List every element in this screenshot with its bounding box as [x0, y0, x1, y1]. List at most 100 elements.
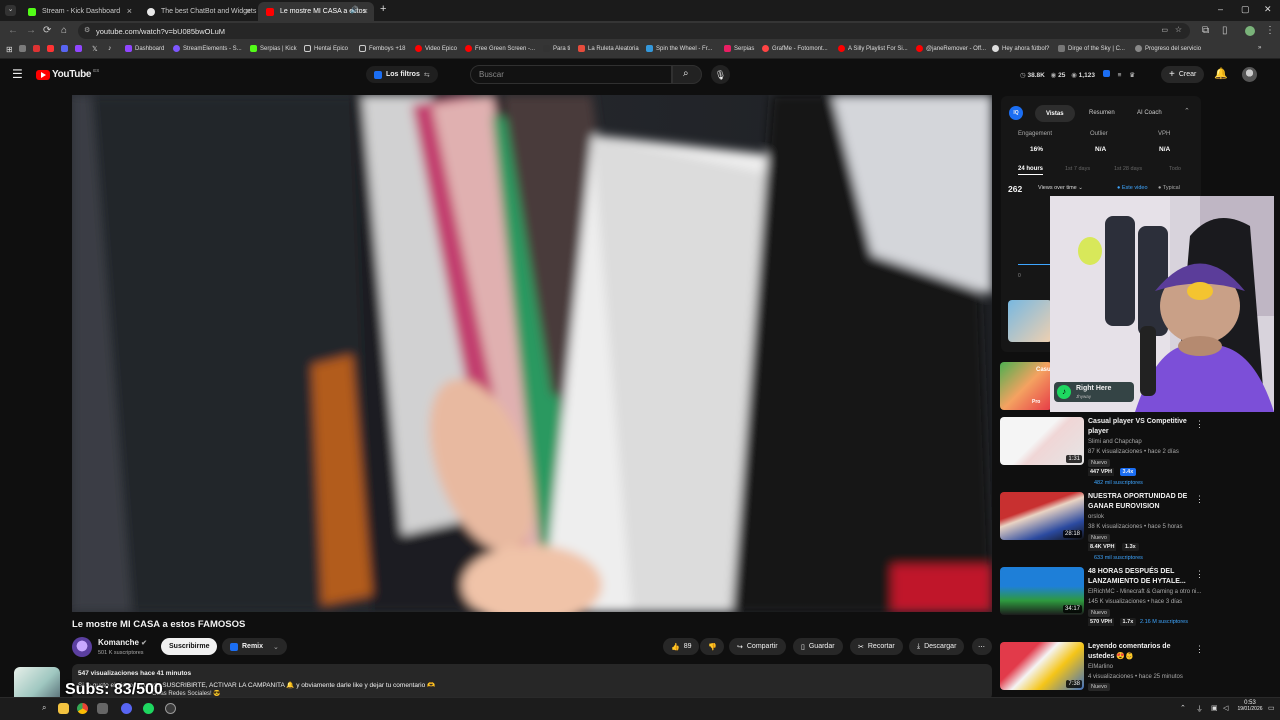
obs-icon[interactable] — [165, 703, 176, 714]
bookmark-dirge[interactable]: Dirge of the Sky | C... — [1058, 45, 1125, 52]
bookmark-icon[interactable] — [47, 45, 57, 52]
close-icon[interactable]: × — [363, 6, 368, 16]
subscribe-button[interactable]: Suscribirme — [161, 638, 218, 655]
dislike-button[interactable]: 👎 — [700, 638, 724, 655]
close-icon[interactable]: × — [246, 6, 251, 16]
bookmark-star-icon[interactable]: ☆ — [1175, 25, 1182, 34]
views-mode-dropdown[interactable]: Views over time ⌄ — [1038, 185, 1083, 191]
vidiq-header-stats[interactable]: ◷ 38.8K ◉ 25 ◉ 1,123 ≡ ♛ — [1020, 70, 1135, 79]
rec-thumbnail[interactable]: 34:17 — [1000, 567, 1084, 615]
voice-search-button[interactable]: 🎙 — [711, 65, 730, 84]
recommendation-item[interactable]: 34:17 48 HORAS DESPUÉS DEL LANZAMIENTO D… — [1000, 567, 1204, 637]
share-button[interactable]: ↪ Compartir — [729, 638, 786, 655]
bookmark-serpias[interactable]: Serpias — [724, 45, 754, 52]
range-28d[interactable]: 1st 28 days — [1114, 166, 1142, 172]
hamburger-menu-icon[interactable]: ☰ — [12, 67, 23, 81]
spotify-icon[interactable] — [143, 703, 154, 714]
address-bar[interactable]: ⚙ youtube.com/watch?v=bU085bwOLuM ▭ ☆ — [78, 23, 1190, 39]
rec-thumbnail[interactable]: 28:18 — [1000, 492, 1084, 540]
bookmark-futbol[interactable]: Hey ahora fútbol? — [992, 45, 1049, 52]
more-bookmarks-icon[interactable]: » — [1258, 45, 1261, 51]
search-button[interactable]: ⌕ — [672, 65, 702, 84]
close-icon[interactable]: × — [127, 6, 132, 16]
bookmark-progreso[interactable]: Progreso del servicio — [1135, 45, 1201, 52]
range-all[interactable]: Todo — [1169, 166, 1181, 172]
remix-button[interactable]: Remix ⌄ — [222, 638, 287, 655]
filters-button[interactable]: Los filtros ⇆ — [366, 66, 438, 83]
bookmark-video-epico[interactable]: Video Epico — [415, 45, 457, 52]
apps-icon[interactable]: ⊞ — [6, 45, 13, 54]
bookmark-hentai-epico[interactable]: Hentai Epico — [304, 45, 348, 52]
extensions-icon[interactable]: ⧉ — [1202, 25, 1209, 36]
clip-button[interactable]: ✂ Recortar — [850, 638, 903, 655]
new-tab-button[interactable]: + — [380, 3, 386, 15]
tab-chatbot[interactable]: The best ChatBot and Widgets × — [139, 2, 257, 21]
notification-icon[interactable]: ▭ — [1268, 704, 1275, 712]
back-icon[interactable]: ← — [8, 25, 18, 36]
reload-icon[interactable]: ⟳ — [43, 25, 51, 36]
bookmark-silly-playlist[interactable]: A Silly Playlist For Si... — [838, 45, 908, 52]
collapse-icon[interactable]: ⌃ — [1184, 107, 1190, 115]
rec-thumbnail[interactable]: 7:38 — [1000, 642, 1084, 690]
download-button[interactable]: ⤓ Descargar — [909, 638, 965, 655]
more-icon[interactable]: ⋮ — [1195, 569, 1204, 580]
bookmark-para-ti[interactable]: Para ti — [543, 45, 570, 52]
menu-icon[interactable]: ⋮ — [1265, 25, 1275, 36]
x-icon[interactable]: 𝕏 — [92, 45, 98, 53]
home-icon[interactable]: ⌂ — [61, 25, 67, 36]
notifications-icon[interactable]: 🔔 — [1214, 67, 1228, 80]
tab-ai-coach[interactable]: AI Coach — [1137, 110, 1162, 116]
minimize-icon[interactable]: – — [1218, 4, 1223, 14]
tab-resumen[interactable]: Resumen — [1089, 110, 1115, 116]
app-icon[interactable] — [97, 703, 108, 714]
profile-avatar[interactable] — [1245, 26, 1255, 36]
tab-search-icon[interactable]: ⌄ — [5, 5, 16, 16]
like-button[interactable]: 👍 89 — [663, 638, 699, 655]
close-window-icon[interactable]: ✕ — [1264, 4, 1272, 15]
network-icon[interactable]: ⏚ — [1196, 704, 1203, 714]
range-24h[interactable]: 24 hours — [1018, 166, 1044, 175]
more-actions-button[interactable]: ⋯ — [972, 638, 992, 655]
tab-kick-dashboard[interactable]: Stream - Kick Dashboard × — [20, 2, 138, 21]
discord-icon[interactable] — [121, 703, 132, 714]
rec-thumbnail-partial[interactable] — [1008, 300, 1052, 342]
site-info-icon[interactable]: ⚙ — [84, 26, 90, 34]
sidebar-icon[interactable]: ▯ — [1222, 25, 1228, 36]
bookmark-icon[interactable] — [61, 45, 71, 52]
more-icon[interactable]: ⋮ — [1195, 494, 1204, 505]
tiktok-icon[interactable]: ♪ — [108, 45, 112, 52]
vidiq-logo-icon[interactable]: IQ — [1009, 106, 1023, 120]
search-icon[interactable]: ⌕ — [42, 703, 53, 714]
recommendation-item[interactable]: 7:38 Leyendo comentarios de ustedes 😍👶 E… — [1000, 642, 1204, 691]
bookmark-icon[interactable] — [33, 45, 43, 52]
bookmark-icon[interactable] — [19, 45, 29, 52]
more-icon[interactable]: ⋮ — [1195, 419, 1204, 430]
bookmark-grafme[interactable]: GrafMe - Fotomont... — [762, 45, 828, 52]
tray-chevron-icon[interactable]: ⌃ — [1180, 704, 1186, 712]
more-icon[interactable]: ⋮ — [1195, 644, 1204, 655]
file-explorer-icon[interactable] — [58, 703, 69, 714]
volume-icon[interactable]: ◁ — [1223, 704, 1228, 712]
speaker-icon[interactable]: 🔊 — [350, 6, 359, 14]
video-player[interactable] — [72, 95, 992, 612]
channel-name[interactable]: Komanche ✔ — [98, 638, 147, 647]
save-button[interactable]: ▯ Guardar — [793, 638, 843, 655]
tab-vistas[interactable]: Vistas — [1035, 105, 1075, 122]
rec-thumbnail[interactable]: 1:31 — [1000, 417, 1084, 465]
recommendation-item[interactable]: 28:18 NUESTRA OPORTUNIDAD DE GANAR EUROV… — [1000, 492, 1204, 562]
chrome-icon[interactable] — [77, 703, 88, 714]
bookmark-green-screen[interactable]: Free Green Screen -... — [465, 45, 535, 52]
bookmark-jane-remover[interactable]: @janeRemover - Off... — [916, 45, 986, 52]
forward-icon[interactable]: → — [26, 25, 36, 36]
clock[interactable]: 0:53 19/01/2026 — [1237, 700, 1263, 712]
bookmark-serpias-kick[interactable]: Serpias | Kick — [250, 45, 297, 52]
account-avatar[interactable] — [1242, 67, 1257, 82]
install-icon[interactable]: ▭ — [1161, 26, 1168, 34]
tray-icon[interactable]: ▣ — [1211, 704, 1218, 712]
bookmark-streamelements[interactable]: StreamElements - S... — [173, 45, 242, 52]
range-7d[interactable]: 1st 7 days — [1065, 166, 1090, 172]
youtube-logo[interactable]: YouTube ES — [36, 68, 99, 80]
recommendation-item[interactable]: 1:31 Casual player VS Competitive player… — [1000, 417, 1204, 487]
bookmark-femboys[interactable]: Femboys +18 — [359, 45, 406, 52]
bookmark-dashboard[interactable]: Dashboard — [125, 45, 164, 52]
